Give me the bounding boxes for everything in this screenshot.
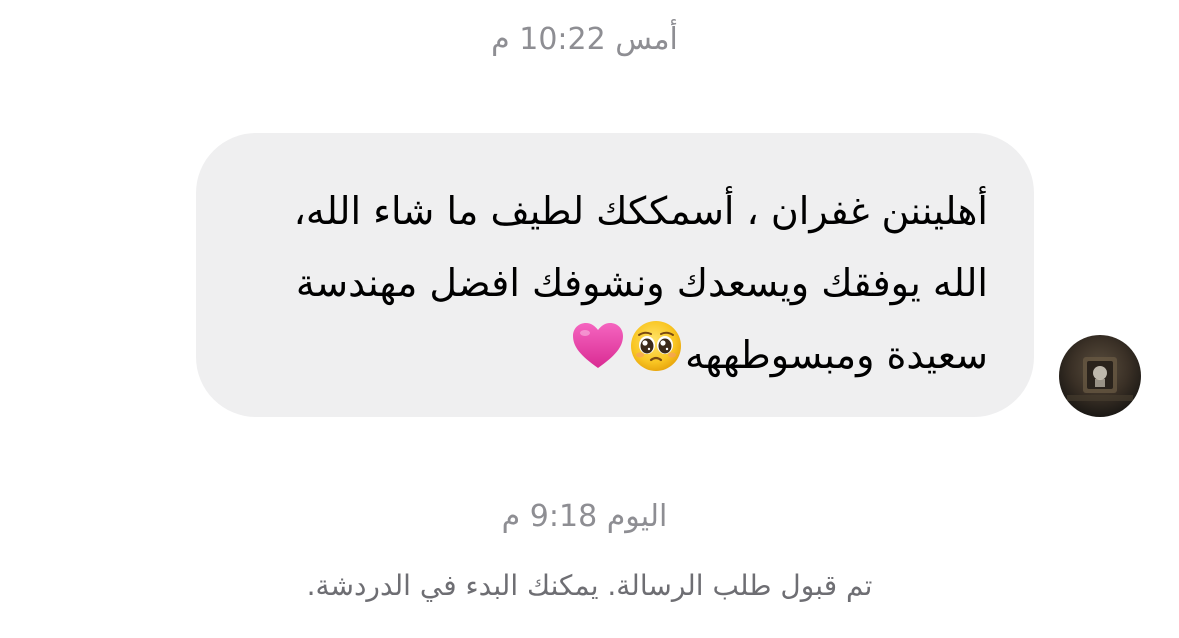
timestamp-yesterday: أمس 10:22 م <box>491 22 678 57</box>
message-text: أهليننن غفران ، أسمككك لطيف ما شاء الله،… <box>242 175 988 396</box>
avatar-photo <box>1067 357 1133 401</box>
message-bubble[interactable]: أهليننن غفران ، أسمككك لطيف ما شاء الله،… <box>196 133 1034 417</box>
sender-avatar[interactable] <box>1059 335 1141 417</box>
pink-heart-icon <box>571 321 625 394</box>
message-line-3-text: سعيدة ومبسوطههه <box>685 333 988 377</box>
message-request-accepted-notice: تم قبول طلب الرسالة. يمكنك البدء في الدر… <box>306 569 873 602</box>
pleading-face-icon <box>629 319 683 396</box>
timestamp-today: اليوم 9:18 م <box>501 499 668 534</box>
message-line-1: أهليننن غفران ، أسمككك لطيف ما شاء الله، <box>293 189 988 233</box>
message-line-3: سعيدة ومبسوطههه <box>569 321 988 377</box>
message-line-2: الله يوفقك ويسعدك ونشوفك افضل مهندسة <box>295 261 988 305</box>
